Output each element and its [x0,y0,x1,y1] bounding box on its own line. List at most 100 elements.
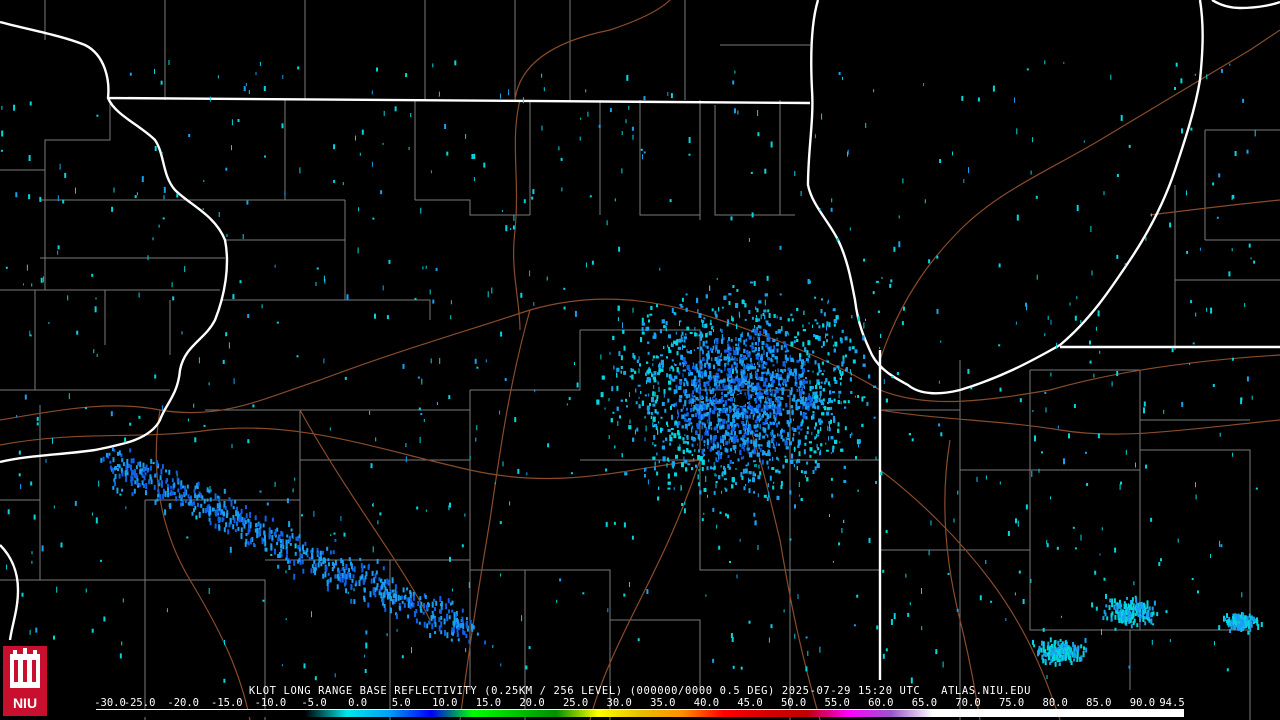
echo-pixel [705,340,708,344]
echo-pixel [833,319,837,322]
echo-pixel [790,357,794,362]
echo-pixel [198,511,201,518]
echo-pixel [710,439,712,444]
echo-pixel [842,355,845,360]
echo-pixel [776,424,778,428]
echo-pixel [724,400,727,406]
echo-pixel [159,475,162,481]
echo-pixel [786,420,789,425]
echo-pixel [757,110,759,116]
echo-pixel [695,464,697,468]
echo-pixel [849,434,851,438]
echo-pixel [230,500,233,507]
echo-pixel [788,441,792,446]
echo-pixel [803,470,807,474]
echo-pixel [448,505,450,511]
echo-pixel [715,398,718,404]
echo-pixel [747,365,750,371]
echo-pixel [357,247,359,254]
echo-pixel [149,474,152,480]
echo-pixel [771,467,775,470]
echo-pixel [799,353,802,358]
echo-pixel [775,469,778,473]
echo-pixel [756,308,759,313]
echo-pixel [736,386,740,390]
echo-pixel [735,468,737,470]
echo-pixel [113,448,116,452]
echo-pixel [736,348,739,353]
echo-pixel [740,472,743,477]
echo-pixel [744,428,746,434]
echo-pixel [618,246,621,252]
echo-pixel [716,423,719,428]
echo-pixel [700,410,702,414]
echo-pixel [805,358,809,362]
echo-pixel [784,350,787,353]
echo-pixel [325,565,328,572]
echo-pixel [707,350,710,355]
echo-pixel [364,575,367,580]
echo-pixel [968,167,969,174]
echo-pixel [208,517,211,522]
echo-pixel [363,587,366,593]
echo-pixel [435,267,438,271]
echo-pixel [426,623,429,629]
echo-pixel [209,486,211,489]
echo-pixel [424,595,427,599]
echo-pixel [1030,170,1032,175]
echo-pixel [298,534,301,539]
echo-pixel [566,403,568,406]
echo-pixel [749,405,752,410]
echo-pixel [863,322,865,329]
echo-pixel [679,362,682,366]
echo-pixel [315,282,317,286]
echo-pixel [380,578,382,583]
echo-pixel [686,441,689,445]
echo-pixel [319,550,322,556]
echo-pixel [749,357,752,362]
echo-pixel [710,347,712,351]
echo-pixel [750,171,753,174]
echo-pixel [281,664,283,667]
echo-pixel [801,419,804,424]
echo-pixel [449,556,451,562]
echo-pixel [843,480,847,483]
echo-pixel [732,415,735,419]
echo-pixel [730,380,732,383]
echo-pixel [607,608,609,613]
echo-pixel [208,382,210,386]
echo-pixel [796,425,800,430]
echo-pixel [790,405,793,409]
echo-pixel [182,485,184,489]
echo-pixel [193,403,195,408]
echo-pixel [767,466,769,470]
echo-pixel [682,369,686,372]
echo-pixel [798,494,800,497]
echo-pixel [740,456,743,460]
echo-pixel [668,380,672,385]
echo-pixel [43,276,44,283]
echo-pixel [938,423,941,427]
echo-pixel [715,457,717,461]
echo-pixel [694,326,696,331]
echo-pixel [134,480,137,485]
echo-pixel [708,331,712,336]
echo-pixel [680,334,682,339]
echo-pixel [631,374,634,380]
echo-pixel [114,481,116,487]
echo-pixel [620,370,622,374]
echo-pixel [745,484,747,486]
echo-pixel [694,406,697,410]
echo-pixel [832,560,834,563]
echo-pixel [222,517,225,521]
echo-pixel [737,458,740,462]
echo-pixel [777,421,780,425]
echo-pixel [121,471,124,477]
echo-pixel [382,566,385,571]
echo-pixel [654,461,656,466]
echo-pixel [1197,590,1199,594]
echo-pixel [248,90,250,94]
echo-pixel [468,639,471,644]
echo-pixel [768,495,770,498]
echo-pixel [952,151,953,156]
